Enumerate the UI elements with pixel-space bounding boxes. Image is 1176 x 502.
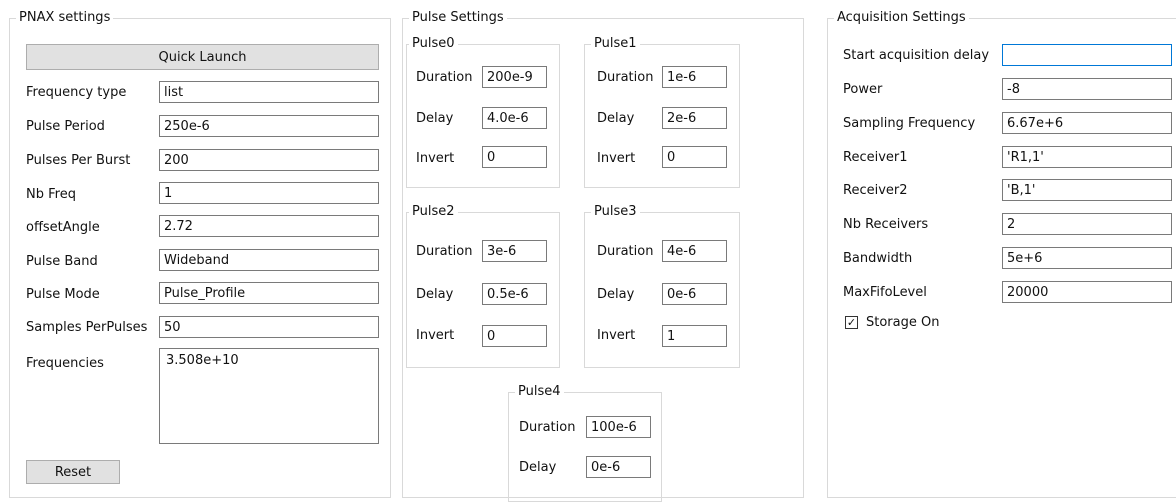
samples-per-pulses-label: Samples PerPulses (26, 320, 148, 335)
pulse0-delay-field[interactable] (482, 107, 547, 129)
nb-freq-field[interactable] (159, 182, 379, 204)
reset-button[interactable]: Reset (26, 460, 120, 484)
pulse2-invert-field[interactable] (482, 325, 547, 347)
pulse3-title: Pulse3 (591, 204, 640, 220)
nb-receivers-label: Nb Receivers (843, 217, 929, 232)
pulse-band-field[interactable] (159, 249, 379, 271)
sampling-frequency-label: Sampling Frequency (843, 116, 976, 131)
pulse-mode-label: Pulse Mode (26, 287, 100, 302)
max-fifo-level-label: MaxFifoLevel (843, 285, 927, 300)
pulse0-title: Pulse0 (409, 36, 458, 52)
pulse3-delay-label: Delay (597, 287, 635, 302)
pulse1-delay-field[interactable] (662, 107, 727, 129)
pulse3-duration-label: Duration (597, 244, 654, 259)
samples-per-pulses-field[interactable] (159, 316, 379, 338)
frequencies-label: Frequencies (26, 356, 104, 371)
frequency-type-field[interactable] (159, 81, 379, 103)
max-fifo-level-field[interactable] (1002, 281, 1172, 303)
nb-receivers-field[interactable] (1002, 213, 1172, 235)
acquisition-settings-title: Acquisition Settings (834, 10, 969, 26)
pulse4-title: Pulse4 (515, 384, 564, 400)
offset-angle-field[interactable] (159, 215, 379, 237)
pulse4-duration-label: Duration (519, 420, 576, 435)
pulse2-delay-label: Delay (416, 287, 454, 302)
bandwidth-field[interactable] (1002, 247, 1172, 269)
pulse0-delay-label: Delay (416, 111, 454, 126)
offset-angle-label: offsetAngle (26, 220, 100, 235)
pulse3-invert-label: Invert (597, 328, 636, 343)
pulse1-duration-label: Duration (597, 70, 654, 85)
storage-on-checkbox[interactable]: ✓ (845, 316, 858, 329)
pulse1-duration-field[interactable] (662, 66, 727, 88)
pnax-settings-title: PNAX settings (16, 10, 114, 26)
frequencies-field[interactable]: 3.508e+10 (159, 348, 379, 444)
pulse3-duration-field[interactable] (662, 240, 727, 262)
pulses-per-burst-label: Pulses Per Burst (26, 153, 131, 168)
pulse4-delay-label: Delay (519, 460, 557, 475)
pulse1-invert-field[interactable] (662, 146, 727, 168)
storage-on-label: Storage On (866, 315, 940, 330)
pulse1-title: Pulse1 (591, 36, 640, 52)
pulse-period-label: Pulse Period (26, 119, 105, 134)
pulse3-invert-field[interactable] (662, 325, 727, 347)
start-acquisition-delay-label: Start acquisition delay (843, 48, 990, 63)
pulse2-duration-field[interactable] (482, 240, 547, 262)
pulse2-title: Pulse2 (409, 204, 458, 220)
start-acquisition-delay-field[interactable] (1002, 44, 1172, 66)
power-field[interactable] (1002, 78, 1172, 100)
pulse2-duration-label: Duration (416, 244, 473, 259)
nb-freq-label: Nb Freq (26, 187, 76, 202)
pulse4-group: Pulse4 (508, 384, 662, 502)
pulse-band-label: Pulse Band (26, 254, 98, 269)
pulse-mode-field[interactable] (159, 282, 379, 304)
sampling-frequency-field[interactable] (1002, 112, 1172, 134)
receiver2-field[interactable] (1002, 179, 1172, 201)
power-label: Power (843, 82, 883, 97)
pulse4-delay-field[interactable] (586, 456, 651, 478)
pulse1-invert-label: Invert (597, 151, 636, 166)
pulse0-invert-field[interactable] (482, 146, 547, 168)
pulse3-delay-field[interactable] (662, 283, 727, 305)
quick-launch-button[interactable]: Quick Launch (26, 44, 379, 70)
pulse1-delay-label: Delay (597, 111, 635, 126)
pulse4-duration-field[interactable] (586, 416, 651, 438)
bandwidth-label: Bandwidth (843, 251, 913, 266)
receiver1-label: Receiver1 (843, 150, 908, 165)
pulse-settings-title: Pulse Settings (409, 10, 507, 26)
pulse2-delay-field[interactable] (482, 283, 547, 305)
receiver2-label: Receiver2 (843, 183, 908, 198)
pulse0-invert-label: Invert (416, 151, 455, 166)
pulse-period-field[interactable] (159, 115, 379, 137)
pulse2-invert-label: Invert (416, 328, 455, 343)
receiver1-field[interactable] (1002, 146, 1172, 168)
pulse0-duration-field[interactable] (482, 66, 547, 88)
frequency-type-label: Frequency type (26, 85, 127, 100)
pulses-per-burst-field[interactable] (159, 149, 379, 171)
pulse0-duration-label: Duration (416, 70, 473, 85)
